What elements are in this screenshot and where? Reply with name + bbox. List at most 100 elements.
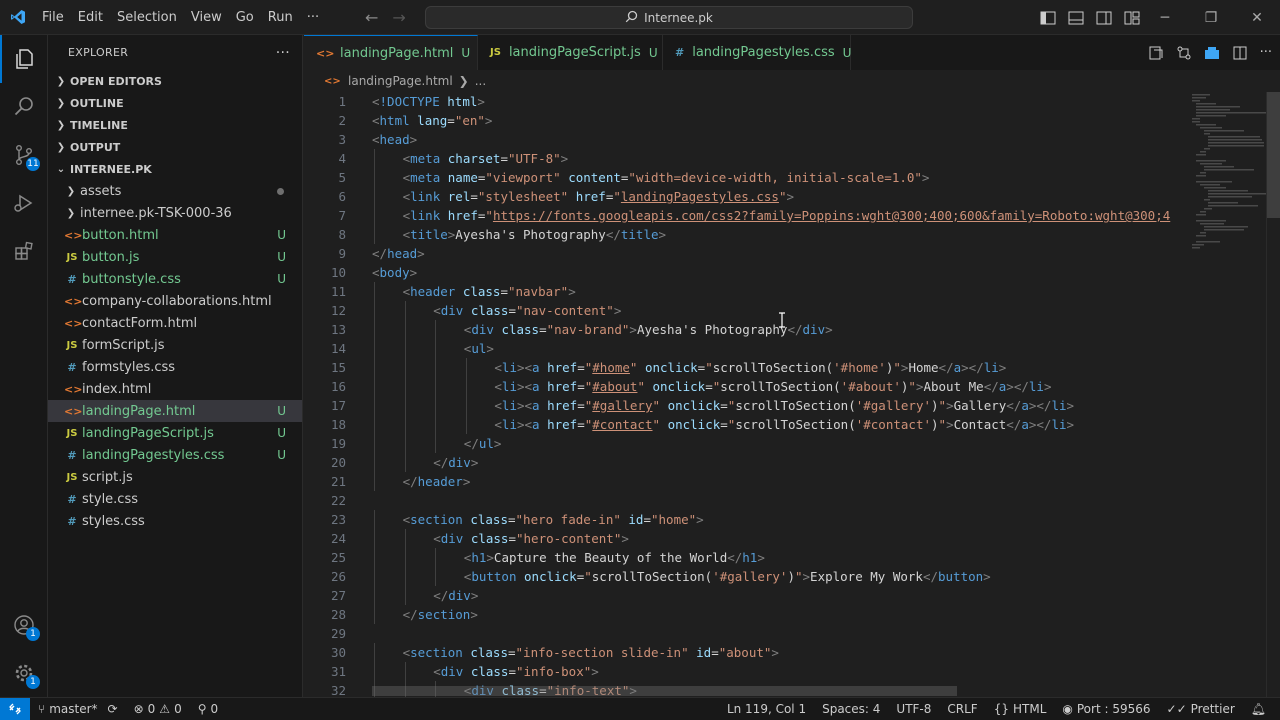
source-control-icon[interactable]: 11 <box>0 131 48 179</box>
editor-more-icon[interactable]: ··· <box>1260 45 1272 60</box>
file-item[interactable]: JS script.js <box>48 466 302 488</box>
split-editor-icon[interactable] <box>1232 45 1248 61</box>
indent-guide <box>404 396 406 415</box>
file-item[interactable]: # formstyles.css <box>48 356 302 378</box>
code-line: 13 <div class="nav-brand">Ayesha's Photog… <box>304 320 1194 339</box>
code-token: </ <box>605 227 621 242</box>
file-item[interactable]: <> company-collaborations.html <box>48 290 302 312</box>
toggle-sidebar-icon[interactable] <box>1040 11 1056 25</box>
tab-js[interactable]: JS landingPageScript.js U <box>478 35 663 70</box>
outline-section[interactable]: ❯ OUTLINE <box>48 92 302 114</box>
sync-icon[interactable]: ⟳ <box>108 702 118 716</box>
menu-item-file[interactable]: File <box>35 0 71 35</box>
indent-guide <box>374 415 375 434</box>
code-token: > <box>484 113 493 128</box>
cursor-position[interactable]: Ln 119, Col 1 <box>719 698 814 720</box>
code-token: scrollToSection( <box>735 398 856 413</box>
accounts-icon[interactable]: 1 <box>0 601 48 649</box>
code-token: "UTF-8" <box>507 151 561 166</box>
customize-layout-icon[interactable] <box>1124 11 1140 25</box>
file-item[interactable]: <> contactForm.html <box>48 312 302 334</box>
command-center-search[interactable]: Internee.pk <box>425 6 913 29</box>
file-item[interactable]: JS landingPageScript.js U <box>48 422 302 444</box>
indent-guide <box>374 320 375 339</box>
breadcrumb-rest[interactable]: ... <box>475 74 486 88</box>
toggle-panel-icon[interactable] <box>1068 11 1084 25</box>
indentation[interactable]: Spaces: 4 <box>814 698 888 720</box>
open-editors-section[interactable]: ❯ OPEN EDITORS <box>48 70 302 92</box>
folder-item[interactable]: ❯ assets <box>48 180 302 202</box>
file-item[interactable]: # style.css <box>48 488 302 510</box>
explorer-title: EXPLORER <box>68 46 129 59</box>
vertical-scrollbar[interactable] <box>1266 92 1280 697</box>
code-token: head <box>387 246 418 261</box>
indent-guide <box>374 453 375 472</box>
remote-indicator-icon[interactable] <box>0 698 30 720</box>
file-item[interactable]: JS button.js U <box>48 246 302 268</box>
file-item[interactable]: <> button.html U <box>48 224 302 246</box>
toggle-secondary-sidebar-icon[interactable] <box>1096 11 1112 25</box>
menu-item-selection[interactable]: Selection <box>110 0 184 35</box>
search-view-icon[interactable] <box>0 83 48 131</box>
file-item[interactable]: JS formScript.js <box>48 334 302 356</box>
language-mode[interactable]: {} HTML <box>986 698 1055 720</box>
code-token: ></ <box>961 360 984 375</box>
file-name: style.css <box>82 491 138 507</box>
file-item[interactable]: <> index.html <box>48 378 302 400</box>
explorer-icon[interactable] <box>0 35 48 83</box>
ports-indicator[interactable]: ⚲ 0 <box>190 698 226 720</box>
code-token: = <box>711 645 719 660</box>
timeline-section[interactable]: ❯ TIMELINE <box>48 114 302 136</box>
line-number: 27 <box>330 588 346 603</box>
horizontal-scrollbar[interactable] <box>372 686 957 696</box>
folder-item[interactable]: ❯ internee.pk-TSK-000-36 <box>48 202 302 224</box>
back-arrow-icon[interactable]: ← <box>365 8 378 27</box>
code-line: 8 <title>Ayesha's Photography</title> <box>304 225 1194 244</box>
live-server-port[interactable]: ◉ Port : 59566 <box>1054 698 1158 720</box>
problems-indicator[interactable]: ⊗ 0 ⚠ 0 <box>126 698 190 720</box>
manage-gear-icon[interactable]: 1 <box>0 649 48 697</box>
line-endings[interactable]: CRLF <box>939 698 985 720</box>
code-token: = <box>705 379 713 394</box>
menu-item-edit[interactable]: Edit <box>71 0 110 35</box>
notifications-bell-icon[interactable]: 🔔︎ <box>1243 698 1274 720</box>
forward-arrow-icon[interactable]: → <box>392 8 405 27</box>
code-token: ></ <box>1028 398 1052 413</box>
encoding[interactable]: UTF-8 <box>888 698 939 720</box>
open-preview-icon[interactable] <box>1148 45 1164 61</box>
file-item[interactable]: # landingPagestyles.css U <box>48 444 302 466</box>
close-icon[interactable]: ✕ <box>1234 0 1280 35</box>
chevron-right-icon: ❯ <box>66 185 76 197</box>
git-status: U <box>277 250 286 264</box>
scrollbar-thumb[interactable] <box>1267 92 1280 218</box>
output-section[interactable]: ❯ OUTPUT <box>48 136 302 158</box>
code-token: " <box>652 398 661 413</box>
code-token: > <box>486 550 494 565</box>
code-token: '#contact' <box>855 417 931 432</box>
live-share-icon[interactable] <box>1204 45 1220 61</box>
restore-icon[interactable]: ❐ <box>1188 0 1234 35</box>
compare-changes-icon[interactable] <box>1176 45 1192 61</box>
file-item[interactable]: <> landingPage.html U <box>48 400 302 422</box>
breadcrumb-file[interactable]: landingPage.html <box>348 74 453 88</box>
extensions-icon[interactable] <box>0 227 48 275</box>
prettier-indicator[interactable]: ✓✓ Prettier <box>1159 698 1243 720</box>
file-name: landingPageScript.js <box>82 425 214 441</box>
accounts-badge: 1 <box>26 627 40 641</box>
tab-html[interactable]: <> landingPage.html U <box>304 35 478 70</box>
menu-item-view[interactable]: View <box>184 0 229 35</box>
minimap[interactable] <box>1190 92 1266 262</box>
run-debug-icon[interactable] <box>0 179 48 227</box>
menu-item-run[interactable]: Run <box>261 0 300 35</box>
code-text: </head> <box>372 244 425 263</box>
branch-indicator[interactable]: ⑂ master* ⟳ <box>30 698 126 720</box>
minimize-icon[interactable]: ─ <box>1142 0 1188 35</box>
tab-css[interactable]: # landingPagestyles.css U <box>663 35 851 70</box>
project-section[interactable]: ⌄ INTERNEE.PK <box>48 158 302 180</box>
file-item[interactable]: # styles.css <box>48 510 302 532</box>
menu-more[interactable]: ··· <box>300 0 326 35</box>
more-actions-icon[interactable]: ··· <box>276 45 290 61</box>
menu-item-go[interactable]: Go <box>229 0 261 35</box>
code-editor[interactable]: 1 <!DOCTYPE html> 2 <html lang="en"> 3 <head>… <box>304 92 1280 697</box>
file-item[interactable]: # buttonstyle.css U <box>48 268 302 290</box>
